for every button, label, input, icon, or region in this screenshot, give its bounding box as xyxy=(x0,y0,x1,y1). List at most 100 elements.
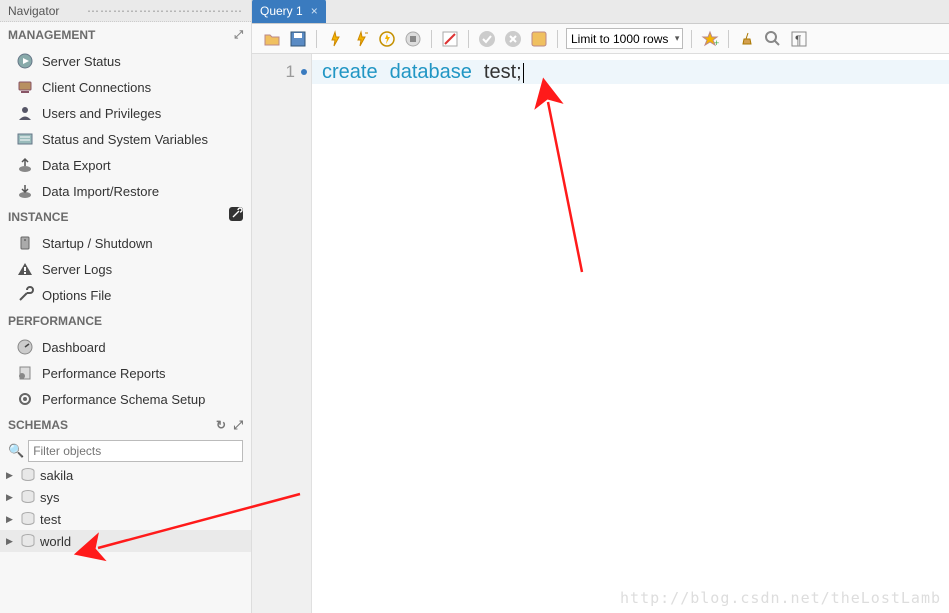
code-area[interactable]: create database test; xyxy=(312,54,949,613)
sql-identifier: test; xyxy=(484,61,522,83)
nav-item-label: Status and System Variables xyxy=(42,132,208,147)
expand-schemas-icon[interactable]: ⤢ xyxy=(233,418,243,432)
expand-icon[interactable]: ⤢ xyxy=(234,22,243,48)
schemas-header-label: SCHEMAS xyxy=(8,418,68,432)
text-cursor xyxy=(523,63,524,83)
line-number-text: 1 xyxy=(286,62,295,81)
nav-startup-shutdown[interactable]: Startup / Shutdown xyxy=(0,230,251,256)
navigator-title-bar: Navigator ⋯⋯⋯⋯⋯⋯⋯⋯⋯⋯⋯⋯ xyxy=(0,0,251,22)
line-gutter: 1 xyxy=(252,54,312,613)
clean-button[interactable] xyxy=(737,29,757,49)
svg-text:+: + xyxy=(714,38,719,48)
sql-editor[interactable]: 1 create database test; xyxy=(252,54,949,613)
navigator-title-dots: ⋯⋯⋯⋯⋯⋯⋯⋯⋯⋯⋯⋯ xyxy=(87,0,243,21)
tab-close-icon[interactable]: × xyxy=(311,4,318,18)
gauge-icon xyxy=(16,338,34,356)
toolbar-separator xyxy=(431,30,432,48)
schema-item-test[interactable]: ▶ test xyxy=(0,508,251,530)
nav-item-label: Users and Privileges xyxy=(42,106,161,121)
toolbar-separator xyxy=(316,30,317,48)
line-number: 1 xyxy=(252,60,311,84)
tree-expand-icon[interactable]: ▶ xyxy=(6,514,16,525)
schemas-filter-row: 🔍 xyxy=(0,438,251,464)
open-file-button[interactable] xyxy=(262,29,282,49)
nav-performance-schema[interactable]: Performance Schema Setup xyxy=(0,386,251,412)
stop-button[interactable] xyxy=(403,29,423,49)
code-line: create database test; xyxy=(312,60,949,84)
nav-item-label: Performance Reports xyxy=(42,366,166,381)
nav-item-label: Data Import/Restore xyxy=(42,184,159,199)
execute-current-button[interactable] xyxy=(351,29,371,49)
database-icon xyxy=(20,468,36,482)
toolbar-separator xyxy=(468,30,469,48)
play-circle-icon xyxy=(16,52,34,70)
find-button[interactable] xyxy=(763,29,783,49)
sql-keyword: database xyxy=(390,61,472,83)
commit-button[interactable] xyxy=(477,29,497,49)
schema-item-sys[interactable]: ▶ sys xyxy=(0,486,251,508)
svg-text:¶: ¶ xyxy=(795,33,801,47)
nav-item-label: Startup / Shutdown xyxy=(42,236,153,251)
beautify-button[interactable]: + xyxy=(700,29,720,49)
toolbar-separator xyxy=(691,30,692,48)
database-icon xyxy=(20,512,36,526)
tree-expand-icon[interactable]: ▶ xyxy=(6,470,16,481)
editor-panel: Query 1 × Limit to 1000 rows + ¶ 1 xyxy=(252,0,949,613)
nav-status-variables[interactable]: Status and System Variables xyxy=(0,126,251,152)
query-tab[interactable]: Query 1 × xyxy=(252,0,326,23)
editor-toolbar: Limit to 1000 rows + ¶ xyxy=(252,24,949,54)
tree-expand-icon[interactable]: ▶ xyxy=(6,536,16,547)
connections-icon xyxy=(16,78,34,96)
execute-button[interactable] xyxy=(325,29,345,49)
nav-dashboard[interactable]: Dashboard xyxy=(0,334,251,360)
nav-item-label: Client Connections xyxy=(42,80,151,95)
rollback-button[interactable] xyxy=(503,29,523,49)
editor-tab-bar: Query 1 × xyxy=(252,0,949,24)
performance-header: PERFORMANCE xyxy=(0,308,251,334)
nav-item-label: Data Export xyxy=(42,158,111,173)
no-limit-button[interactable] xyxy=(440,29,460,49)
search-icon: 🔍 xyxy=(8,443,24,459)
watermark-text: http://blog.csdn.net/theLostLamb xyxy=(620,589,941,607)
management-header: MANAGEMENT ⤢ xyxy=(0,22,251,48)
autocommit-button[interactable] xyxy=(529,29,549,49)
import-icon xyxy=(16,182,34,200)
database-icon xyxy=(20,490,36,504)
toolbar-separator xyxy=(557,30,558,48)
refresh-icon[interactable]: ↻ xyxy=(216,418,226,432)
export-icon xyxy=(16,156,34,174)
nav-client-connections[interactable]: Client Connections xyxy=(0,74,251,100)
schemas-filter-input[interactable] xyxy=(28,440,243,462)
nav-data-export[interactable]: Data Export xyxy=(0,152,251,178)
server-icon xyxy=(16,234,34,252)
navigator-title: Navigator xyxy=(8,0,59,21)
database-icon xyxy=(20,534,36,548)
schema-item-world[interactable]: ▶ world xyxy=(0,530,251,552)
warning-icon xyxy=(16,260,34,278)
nav-performance-reports[interactable]: Performance Reports xyxy=(0,360,251,386)
schemas-header: SCHEMAS ↻ ⤢ xyxy=(0,412,251,438)
tree-expand-icon[interactable]: ▶ xyxy=(6,492,16,503)
wrench-icon xyxy=(16,286,34,304)
row-limit-select[interactable]: Limit to 1000 rows xyxy=(566,28,683,49)
save-button[interactable] xyxy=(288,29,308,49)
nav-users-privileges[interactable]: Users and Privileges xyxy=(0,100,251,126)
gear-icon xyxy=(16,390,34,408)
report-icon xyxy=(16,364,34,382)
pilcrow-button[interactable]: ¶ xyxy=(789,29,809,49)
navigator-sidebar: Navigator ⋯⋯⋯⋯⋯⋯⋯⋯⋯⋯⋯⋯ MANAGEMENT ⤢ Serv… xyxy=(0,0,252,613)
explain-button[interactable] xyxy=(377,29,397,49)
nav-server-logs[interactable]: Server Logs xyxy=(0,256,251,282)
nav-item-label: Performance Schema Setup xyxy=(42,392,205,407)
row-limit-label: Limit to 1000 rows xyxy=(571,32,668,46)
nav-server-status[interactable]: Server Status xyxy=(0,48,251,74)
nav-item-label: Server Logs xyxy=(42,262,112,277)
nav-item-label: Dashboard xyxy=(42,340,106,355)
schema-item-sakila[interactable]: ▶ sakila xyxy=(0,464,251,486)
sql-keyword: create xyxy=(322,61,378,83)
schema-label: sys xyxy=(40,490,60,505)
nav-data-import[interactable]: Data Import/Restore xyxy=(0,178,251,204)
nav-item-label: Options File xyxy=(42,288,111,303)
toolbar-separator xyxy=(728,30,729,48)
nav-options-file[interactable]: Options File xyxy=(0,282,251,308)
